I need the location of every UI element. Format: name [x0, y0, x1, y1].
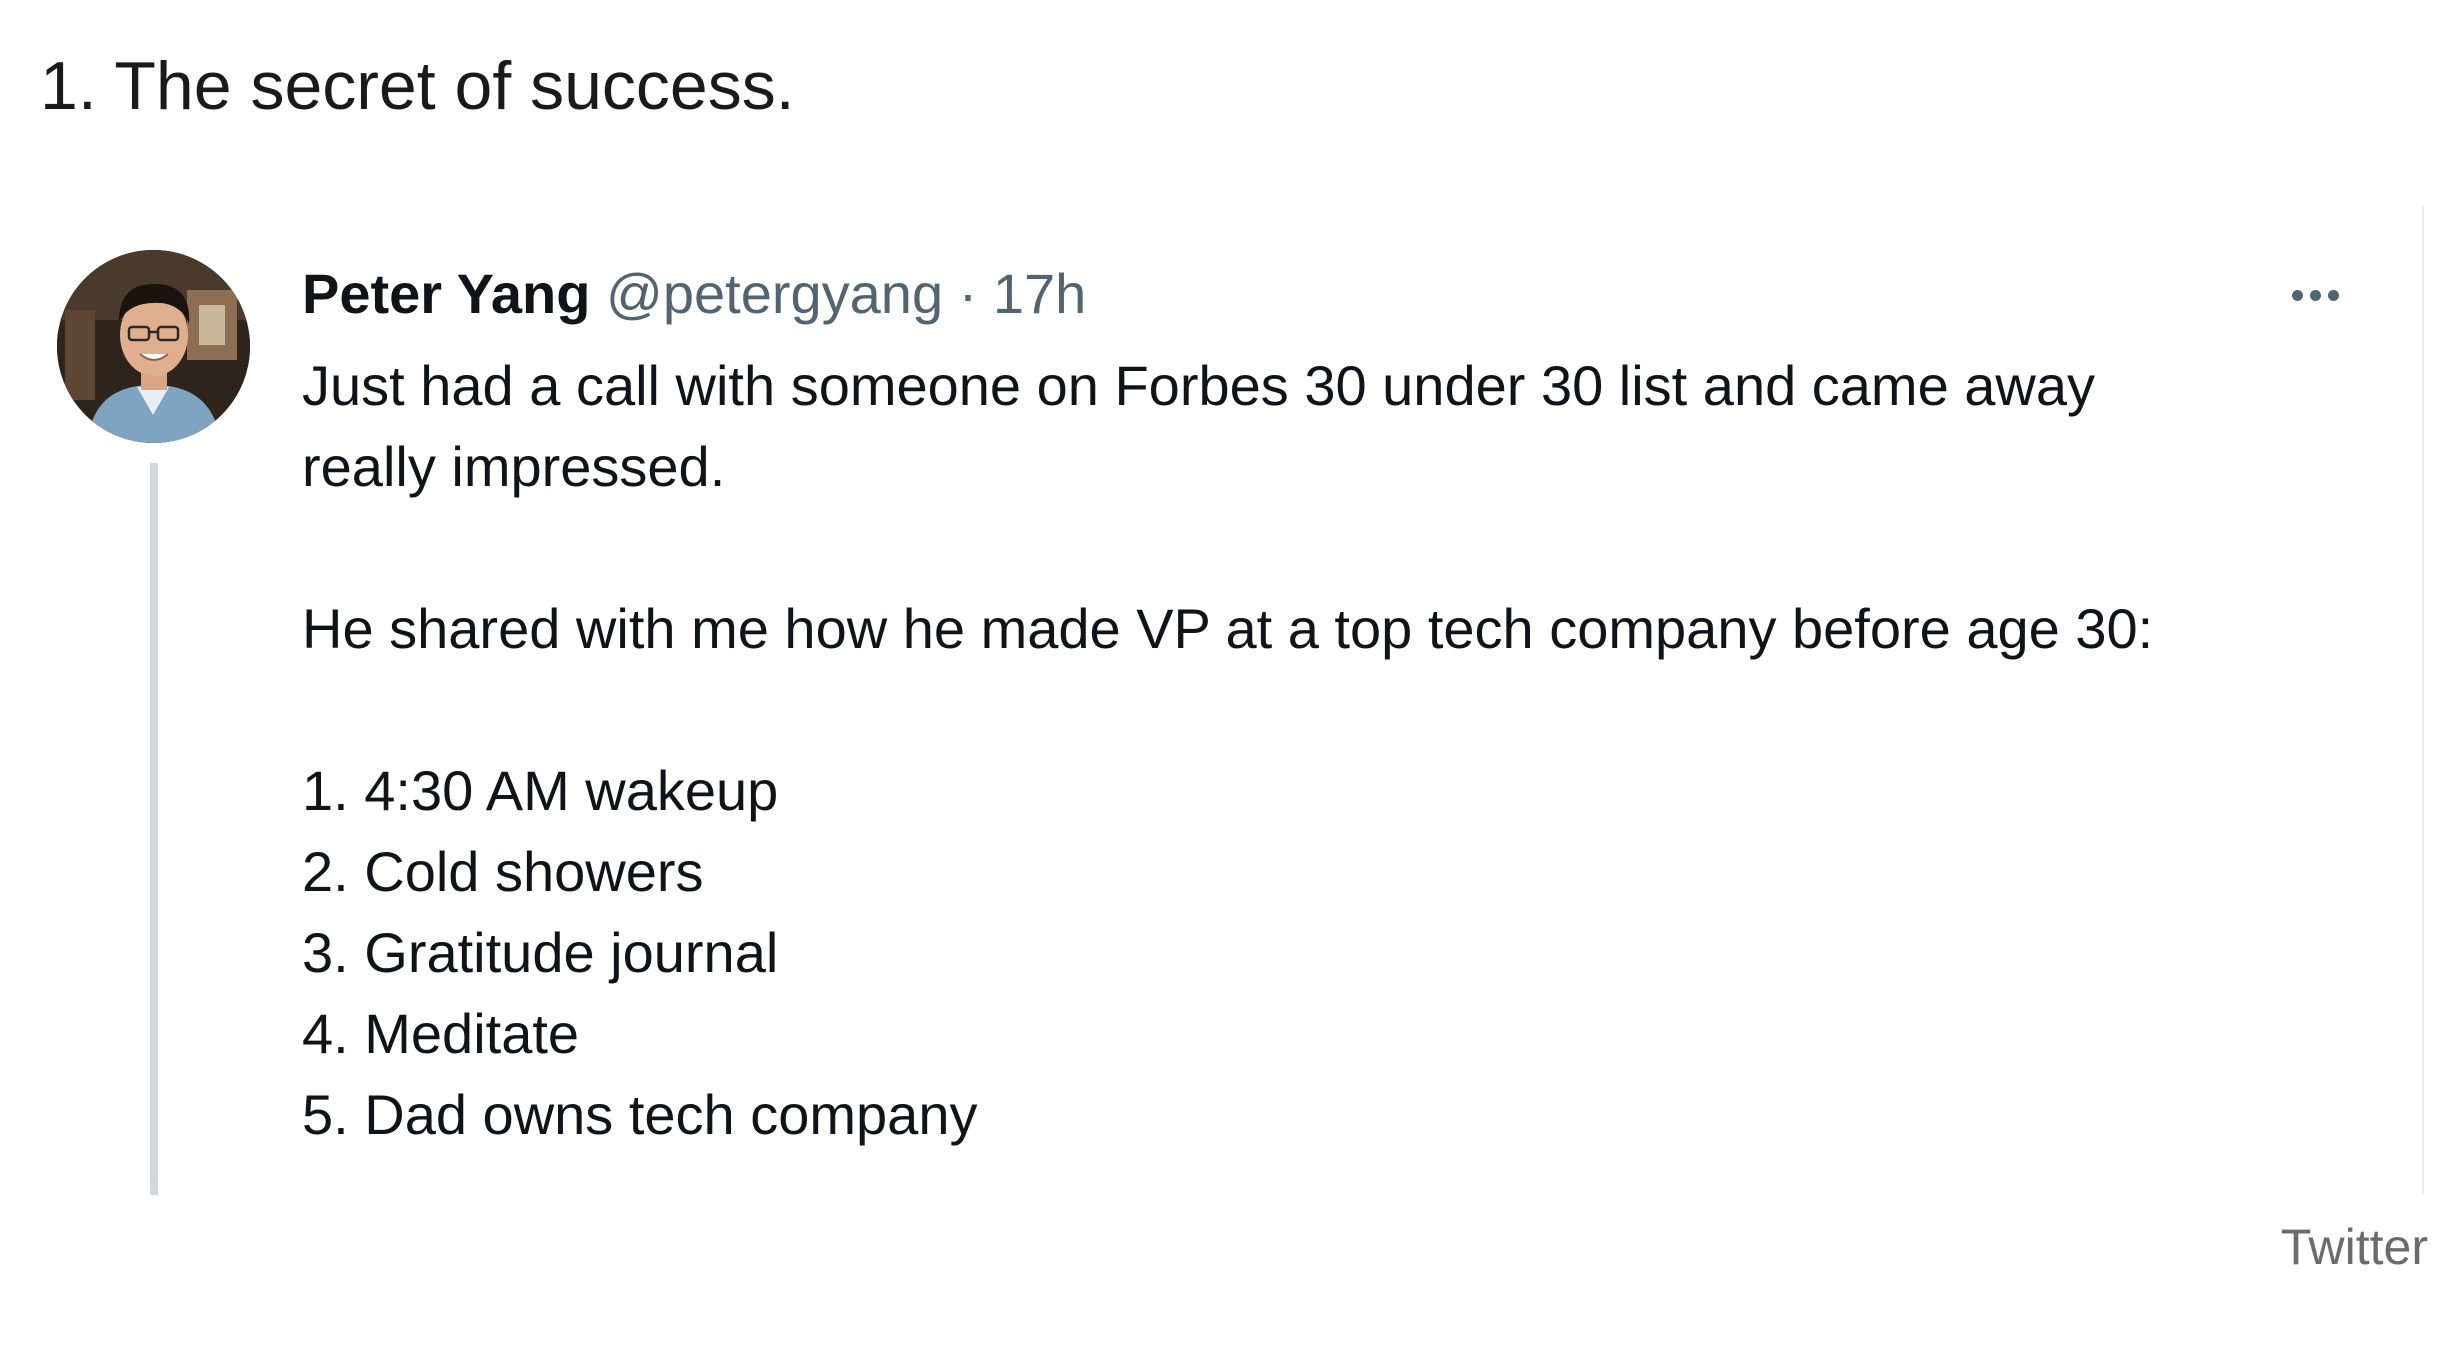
more-horizontal-icon [2327, 289, 2339, 301]
list-item: 3. Gratitude journal [302, 921, 779, 984]
header-separator: · [958, 262, 978, 325]
article-heading: 1. The secret of success. [40, 48, 795, 124]
list-item: 4. Meditate [302, 1002, 580, 1065]
tweet-timestamp[interactable]: 17h [993, 262, 1086, 325]
tweet-line: really impressed. [302, 435, 726, 498]
source-credit: Twitter [2280, 1219, 2428, 1275]
more-horizontal-icon [2291, 289, 2303, 301]
tweet-line: He shared with me how he made VP at a to… [302, 597, 2154, 660]
author-handle[interactable]: @petergyang [606, 262, 943, 325]
author-avatar[interactable] [57, 250, 250, 443]
list-item: 2. Cold showers [302, 840, 704, 903]
list-item: 1. 4:30 AM wakeup [302, 759, 779, 822]
author-display-name[interactable]: Peter Yang [302, 262, 590, 325]
tweet-line: Just had a call with someone on Forbes 3… [302, 354, 2096, 417]
tweet-header: Peter Yang @petergyang · 17h [302, 260, 1086, 327]
tweet-card[interactable]: Peter Yang @petergyang · 17h Just had a … [40, 205, 2420, 1195]
more-horizontal-icon [2309, 289, 2321, 301]
list-item: 5. Dad owns tech company [302, 1083, 978, 1146]
card-divider [2422, 205, 2424, 1195]
more-options-button[interactable] [2280, 270, 2350, 320]
tweet-text: Just had a call with someone on Forbes 3… [302, 345, 2312, 1155]
thread-line [150, 463, 158, 1195]
